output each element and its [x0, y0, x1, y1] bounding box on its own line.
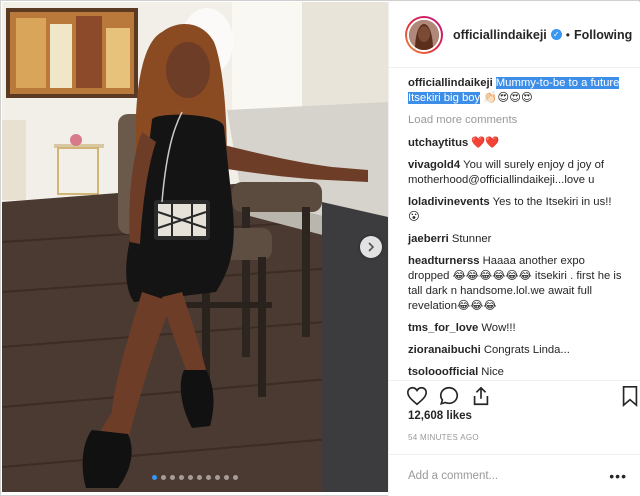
post-actions-bar	[389, 380, 640, 410]
likes-count[interactable]: 12,608 likes	[408, 410, 472, 422]
heart-icon[interactable]	[406, 385, 428, 407]
comment-item: utchaytitus ❤️❤️	[408, 136, 625, 151]
comment-item: tms_for_love Wow!!!	[408, 321, 625, 336]
verified-badge-icon: ✓	[550, 29, 562, 40]
comment-username[interactable]: tms_for_love	[408, 322, 478, 334]
comment-item: tsolooofficial Nice	[408, 365, 625, 380]
comment-text: Congrats Linda...	[483, 344, 570, 356]
add-comment-bar: •••	[389, 454, 640, 496]
comment-item: headturnerss Haaaa another expo dropped 😂…	[408, 254, 625, 314]
bookmark-icon[interactable]	[619, 385, 640, 407]
comment-text: Wow!!!	[481, 322, 516, 334]
comment-username[interactable]: jaeberri	[408, 233, 449, 245]
caption-emoji: 👏🏻😍😍😍	[483, 92, 533, 104]
add-comment-input[interactable]	[408, 469, 588, 482]
caption: officiallindaikeji Mummy-to-be to a futur…	[408, 76, 625, 106]
more-options-icon[interactable]: •••	[609, 468, 627, 484]
comment-username[interactable]: tsolooofficial	[408, 366, 478, 378]
post-timestamp[interactable]: 54 MINUTES AGO	[408, 433, 479, 442]
comment-username[interactable]: vivagold4	[408, 159, 460, 171]
share-icon[interactable]	[470, 385, 492, 407]
carousel-dot	[179, 475, 184, 480]
comment-icon[interactable]	[438, 385, 460, 407]
following-button[interactable]: Following	[574, 28, 632, 42]
avatar-image	[407, 17, 441, 52]
comment-text: Stunner	[451, 233, 492, 245]
header-separator: •	[565, 27, 570, 42]
carousel-dot	[197, 475, 202, 480]
comments-list[interactable]: officiallindaikeji Mummy-to-be to a futur…	[389, 68, 640, 380]
chevron-right-icon	[368, 242, 375, 252]
comment-username[interactable]: zioranaibuchi	[408, 344, 481, 356]
comment-text: Nice	[481, 366, 504, 378]
carousel-dot	[224, 475, 229, 480]
comment-username[interactable]: headturnerss	[408, 255, 480, 267]
avatar[interactable]	[405, 15, 443, 54]
next-photo-button[interactable]	[360, 236, 382, 258]
comment-item: zioranaibuchi Congrats Linda...	[408, 343, 625, 358]
comment-item: vivagold4 You will surely enjoy d joy of …	[408, 158, 625, 188]
header-username[interactable]: officiallindaikeji	[453, 28, 547, 42]
carousel-dot	[152, 475, 157, 480]
post-side-panel: officiallindaikeji ✓ • Following officia…	[388, 2, 640, 496]
load-more-comments-link[interactable]: Load more comments	[408, 113, 625, 128]
photo-illustration	[2, 2, 388, 492]
post-header: officiallindaikeji ✓ • Following	[389, 2, 640, 68]
carousel-dot	[233, 475, 238, 480]
comment-item: loladivinevents Yes to the Itsekiri in us…	[408, 195, 625, 225]
comment-items: utchaytitus ❤️❤️ vivagold4 You will surely …	[408, 136, 625, 380]
comment-text: ❤️❤️	[471, 137, 500, 149]
carousel-dot	[170, 475, 175, 480]
comment-username[interactable]: utchaytitus	[408, 137, 468, 149]
comment-username[interactable]: loladivinevents	[408, 196, 490, 208]
carousel-dot	[215, 475, 220, 480]
carousel-dot	[161, 475, 166, 480]
instagram-post-window: officiallindaikeji ✓ • Following officia…	[0, 0, 640, 496]
carousel-dot	[206, 475, 211, 480]
comment-item: jaeberri Stunner	[408, 232, 625, 247]
post-photo[interactable]	[2, 2, 388, 492]
carousel-dot	[188, 475, 193, 480]
carousel-indicator	[2, 475, 388, 480]
caption-username[interactable]: officiallindaikeji	[408, 77, 493, 89]
